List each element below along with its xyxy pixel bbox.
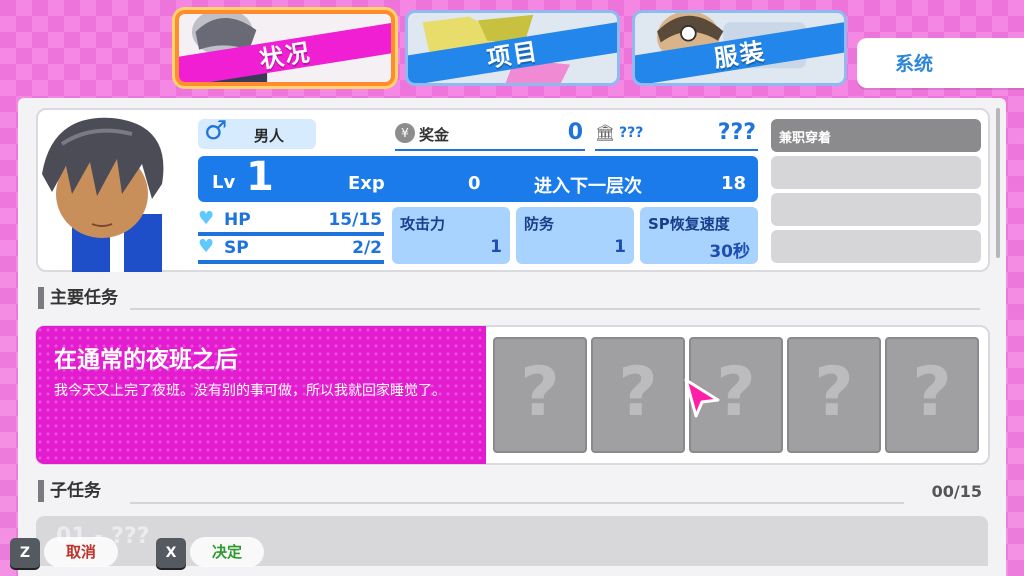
main-mission-current[interactable]: 在通常的夜班之后 我今天又上完了夜班。没有别的事可做，所以我就回家睡觉了。: [36, 326, 486, 464]
temple-icon: 🏛: [595, 123, 616, 142]
hp-label: HP: [224, 210, 251, 230]
hp-value: 15/15: [328, 210, 382, 230]
exp-label: Exp: [348, 173, 385, 194]
question-mark-icon: ?: [814, 353, 854, 432]
sub-mission-heading: 子任务: [38, 480, 101, 502]
x-key-icon: X: [156, 538, 186, 568]
main-mission-heading: 主要任务: [38, 287, 118, 309]
unknown-label: ???: [619, 125, 644, 141]
attack-label: 攻击力: [400, 215, 446, 233]
question-mark-icon: ?: [912, 353, 952, 432]
money-stat: ¥ 奖金 0: [395, 119, 585, 151]
attack-value: 1: [490, 237, 502, 257]
heart-icon: ♥: [198, 208, 215, 229]
sp-speed-value: 30秒: [709, 242, 750, 262]
tab-status[interactable]: 状况: [175, 10, 395, 86]
locked-mission-slot[interactable]: ?: [787, 337, 881, 453]
tab-system-label: 系统: [895, 53, 934, 75]
defense-value: 1: [614, 237, 626, 257]
question-mark-icon: ?: [618, 353, 658, 432]
cancel-button[interactable]: 取消: [44, 537, 119, 567]
next-level-label: 进入下一层次: [534, 176, 642, 197]
sp-value: 2/2: [352, 238, 382, 258]
attack-box: 攻击力 1: [392, 207, 510, 264]
tab-system[interactable]: 系统: [857, 38, 1024, 88]
tab-outfit[interactable]: 服装: [632, 10, 847, 86]
hp-gauge: ♥ HP 15/15: [198, 208, 384, 236]
job-slot[interactable]: [771, 193, 981, 226]
mission-title: 在通常的夜班之后: [54, 347, 238, 373]
job-list: 兼职穿着: [771, 119, 981, 267]
question-mark-icon: ?: [520, 353, 560, 432]
job-slot[interactable]: [771, 230, 981, 263]
locked-mission-slot[interactable]: ?: [591, 337, 685, 453]
heart-wing-icon: ♥: [198, 236, 215, 257]
mission-description: 我今天又上完了夜班。没有别的事可做，所以我就回家睡觉了。: [54, 383, 446, 399]
exp-value: 0: [468, 173, 481, 194]
sp-fill: [198, 260, 384, 264]
sp-label: SP: [224, 238, 249, 258]
gender-badge: ♂ 男人: [198, 116, 316, 149]
confirm-button[interactable]: 决定: [190, 537, 265, 567]
sp-gauge: ♥ SP 2/2: [198, 236, 384, 264]
unknown-stat: 🏛 ??? ???: [595, 119, 758, 151]
tab-items[interactable]: 项目: [405, 10, 620, 86]
defense-label: 防务: [524, 215, 555, 233]
level-bar: Lv 1 Exp 0 进入下一层次 18: [198, 154, 758, 202]
job-slot[interactable]: 兼职穿着: [771, 119, 981, 152]
profile-scrollbar[interactable]: [996, 108, 1000, 258]
defense-box: 防务 1: [516, 207, 634, 264]
money-value: 0: [567, 120, 583, 145]
job-slot[interactable]: [771, 156, 981, 189]
male-icon: ♂: [204, 116, 228, 146]
sp-speed-label: SP恢复速度: [648, 215, 730, 233]
z-key-icon: Z: [10, 538, 40, 568]
unknown-value: ???: [717, 120, 756, 145]
job-label: 兼职穿着: [779, 131, 832, 146]
gender-label: 男人: [254, 127, 285, 145]
level-label: Lv: [212, 172, 236, 193]
sub-mission-count: 00/15: [931, 482, 982, 501]
character-portrait: [42, 117, 164, 272]
yen-coin-icon: ¥: [395, 123, 415, 143]
pointer-cursor-icon: [684, 378, 720, 418]
level-value: 1: [246, 154, 274, 200]
locked-mission-slot[interactable]: ?: [885, 337, 979, 453]
control-hints: 取消 Z 决定 X: [0, 532, 300, 576]
locked-mission-slot[interactable]: ?: [493, 337, 587, 453]
next-level-value: 18: [720, 173, 746, 194]
sp-speed-box: SP恢复速度 30秒: [640, 207, 758, 264]
money-label: 奖金: [419, 126, 450, 144]
